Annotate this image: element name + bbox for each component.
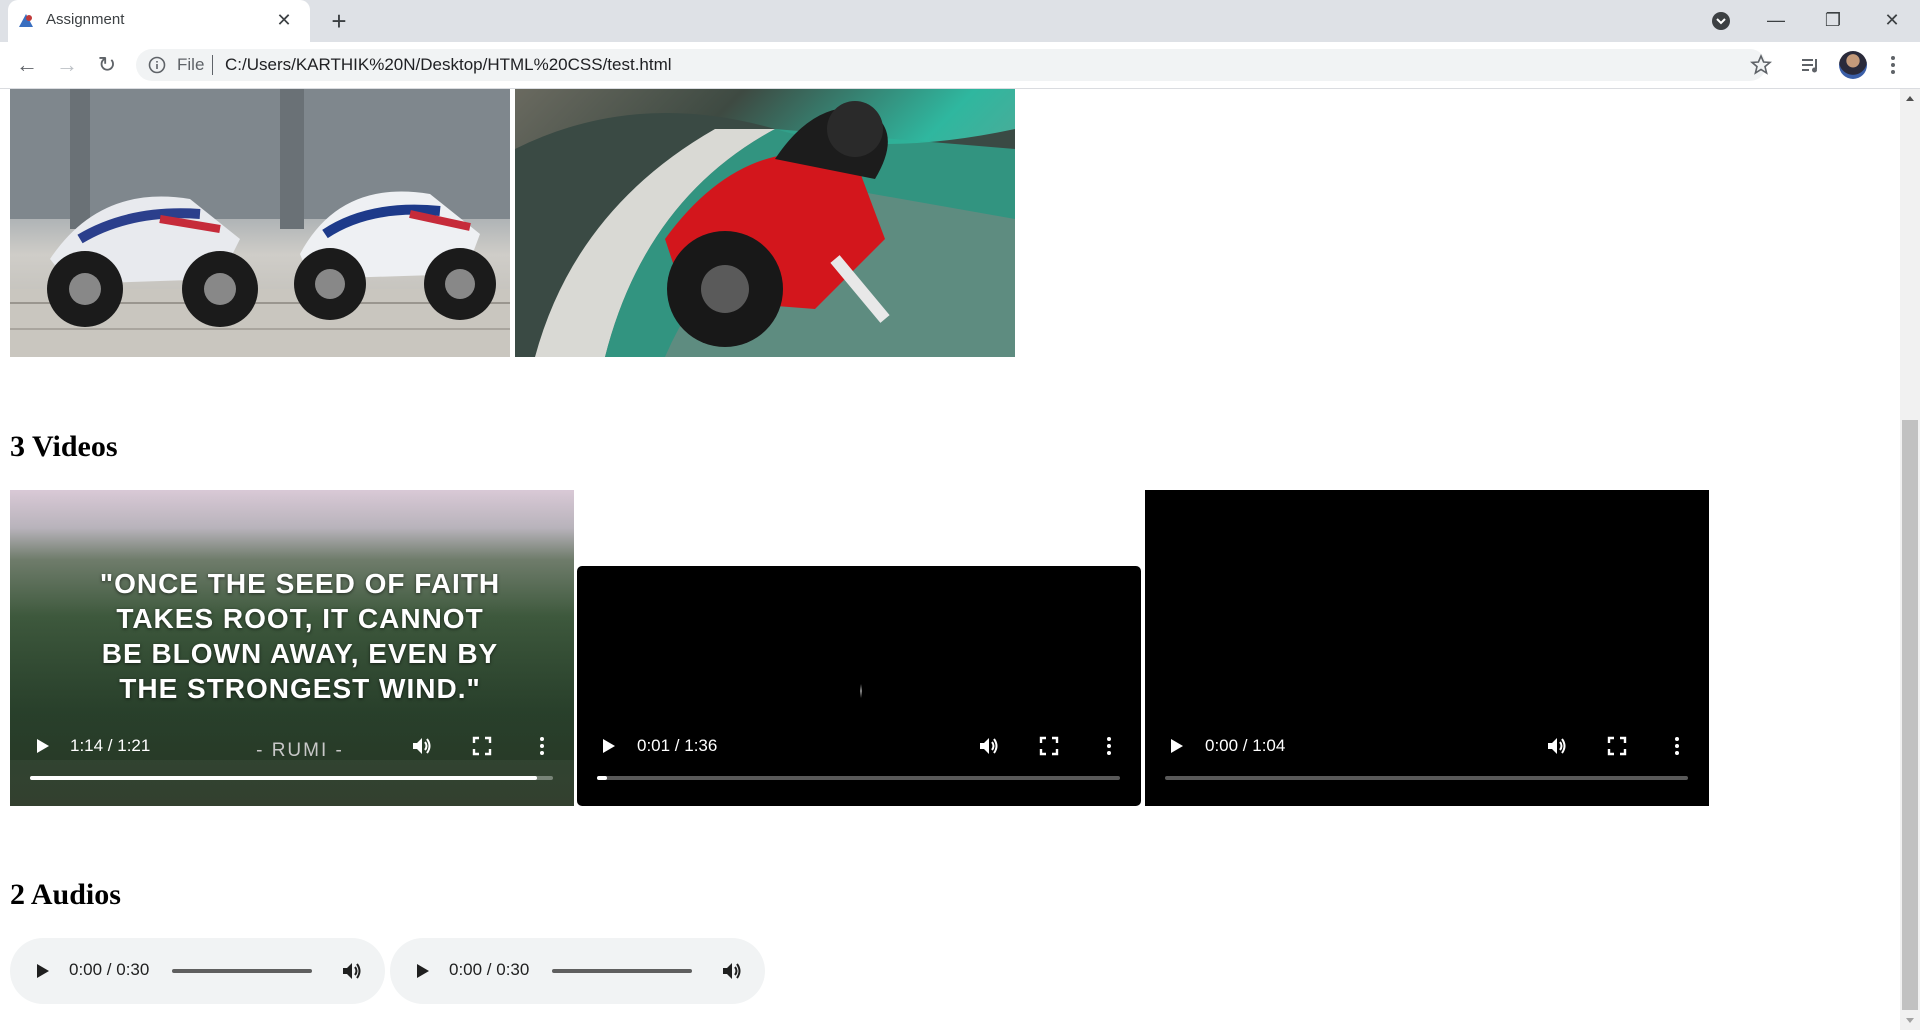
loading-spinner-icon: [860, 684, 862, 698]
video-2-more-icon[interactable]: [1097, 734, 1121, 758]
forward-button[interactable]: →: [52, 50, 82, 80]
audio-2-play-icon[interactable]: [410, 959, 434, 983]
minimize-button[interactable]: —: [1753, 0, 1799, 42]
page-favicon-icon: [19, 14, 33, 27]
audio-1-time: 0:00 / 0:30: [69, 960, 150, 979]
browser-menu-icon[interactable]: [1883, 54, 1903, 76]
video-1-quote: "ONCE THE SEED OF FAITH TAKES ROOT, IT C…: [40, 566, 560, 706]
video-1-volume-icon[interactable]: [410, 734, 434, 758]
quote-line: TAKES ROOT, IT CANNOT: [116, 603, 484, 634]
audio-1-progress-track[interactable]: [172, 969, 312, 973]
back-button[interactable]: ←: [12, 50, 42, 80]
video-player-3[interactable]: [1145, 490, 1709, 806]
audio-1-play-icon[interactable]: [30, 959, 54, 983]
video-2-play-icon[interactable]: [596, 734, 620, 758]
bookmark-star-icon[interactable]: [1750, 54, 1772, 76]
scroll-down-icon[interactable]: [1900, 1012, 1920, 1030]
motorcycle-image-bmw: [10, 89, 510, 357]
audio-2-time: 0:00 / 0:30: [449, 960, 530, 979]
video-2-fullscreen-icon[interactable]: [1037, 734, 1061, 758]
video-2-volume-icon[interactable]: [977, 734, 1001, 758]
video-2-progress-fill: [597, 776, 608, 780]
video-1-play-icon[interactable]: [30, 734, 54, 758]
video-3-progress-track[interactable]: [1165, 776, 1688, 780]
new-tab-button[interactable]: +: [324, 6, 354, 36]
video-1-fullscreen-icon[interactable]: [470, 734, 494, 758]
address-divider: [212, 55, 213, 75]
tab-search-icon[interactable]: [1710, 10, 1732, 32]
url-scheme-label: File: [177, 55, 205, 74]
video-1-progress-track[interactable]: [30, 776, 553, 780]
motorcycle-image-ducati: [515, 89, 1015, 357]
video-3-time: 0:00 / 1:04: [1205, 736, 1286, 755]
restore-button[interactable]: ❐: [1810, 0, 1856, 42]
site-info-icon[interactable]: [148, 56, 166, 74]
audio-2-progress-track[interactable]: [552, 969, 692, 973]
video-2-time: 0:01 / 1:36: [637, 736, 718, 755]
audio-player-2[interactable]: 0:00 / 0:30: [390, 938, 765, 1004]
video-3-volume-icon[interactable]: [1545, 734, 1569, 758]
scroll-up-icon[interactable]: [1900, 89, 1920, 107]
url-text[interactable]: C:/Users/KARTHIK%20N/Desktop/HTML%20CSS/…: [225, 55, 672, 75]
quote-line: THE STRONGEST WIND.": [119, 673, 481, 704]
video-2-progress-track[interactable]: [597, 776, 1120, 780]
tab-title: Assignment: [46, 11, 125, 28]
audio-1-volume-icon[interactable]: [340, 959, 364, 983]
video-1-progress-fill: [30, 776, 538, 780]
reload-button[interactable]: ↻: [92, 50, 122, 80]
scrollbar-thumb[interactable]: [1902, 420, 1918, 1010]
media-control-icon[interactable]: [1800, 54, 1822, 76]
close-window-button[interactable]: ✕: [1869, 0, 1915, 42]
video-3-more-icon[interactable]: [1665, 734, 1689, 758]
video-3-fullscreen-icon[interactable]: [1605, 734, 1629, 758]
audio-2-volume-icon[interactable]: [720, 959, 744, 983]
video-1-time: 1:14 / 1:21: [70, 736, 151, 755]
profile-avatar[interactable]: [1839, 51, 1867, 79]
quote-line: BE BLOWN AWAY, EVEN BY: [101, 638, 499, 669]
tab-close-icon[interactable]: ✕: [272, 8, 296, 32]
audio-player-1[interactable]: 0:00 / 0:30: [10, 938, 385, 1004]
video-3-play-icon[interactable]: [1164, 734, 1188, 758]
videos-heading: 3 Videos: [10, 430, 118, 463]
video-1-more-icon[interactable]: [530, 734, 554, 758]
video-1-quote-author: - RUMI -: [256, 740, 344, 761]
quote-line: "ONCE THE SEED OF FAITH: [99, 568, 501, 599]
audios-heading: 2 Audios: [10, 878, 121, 911]
